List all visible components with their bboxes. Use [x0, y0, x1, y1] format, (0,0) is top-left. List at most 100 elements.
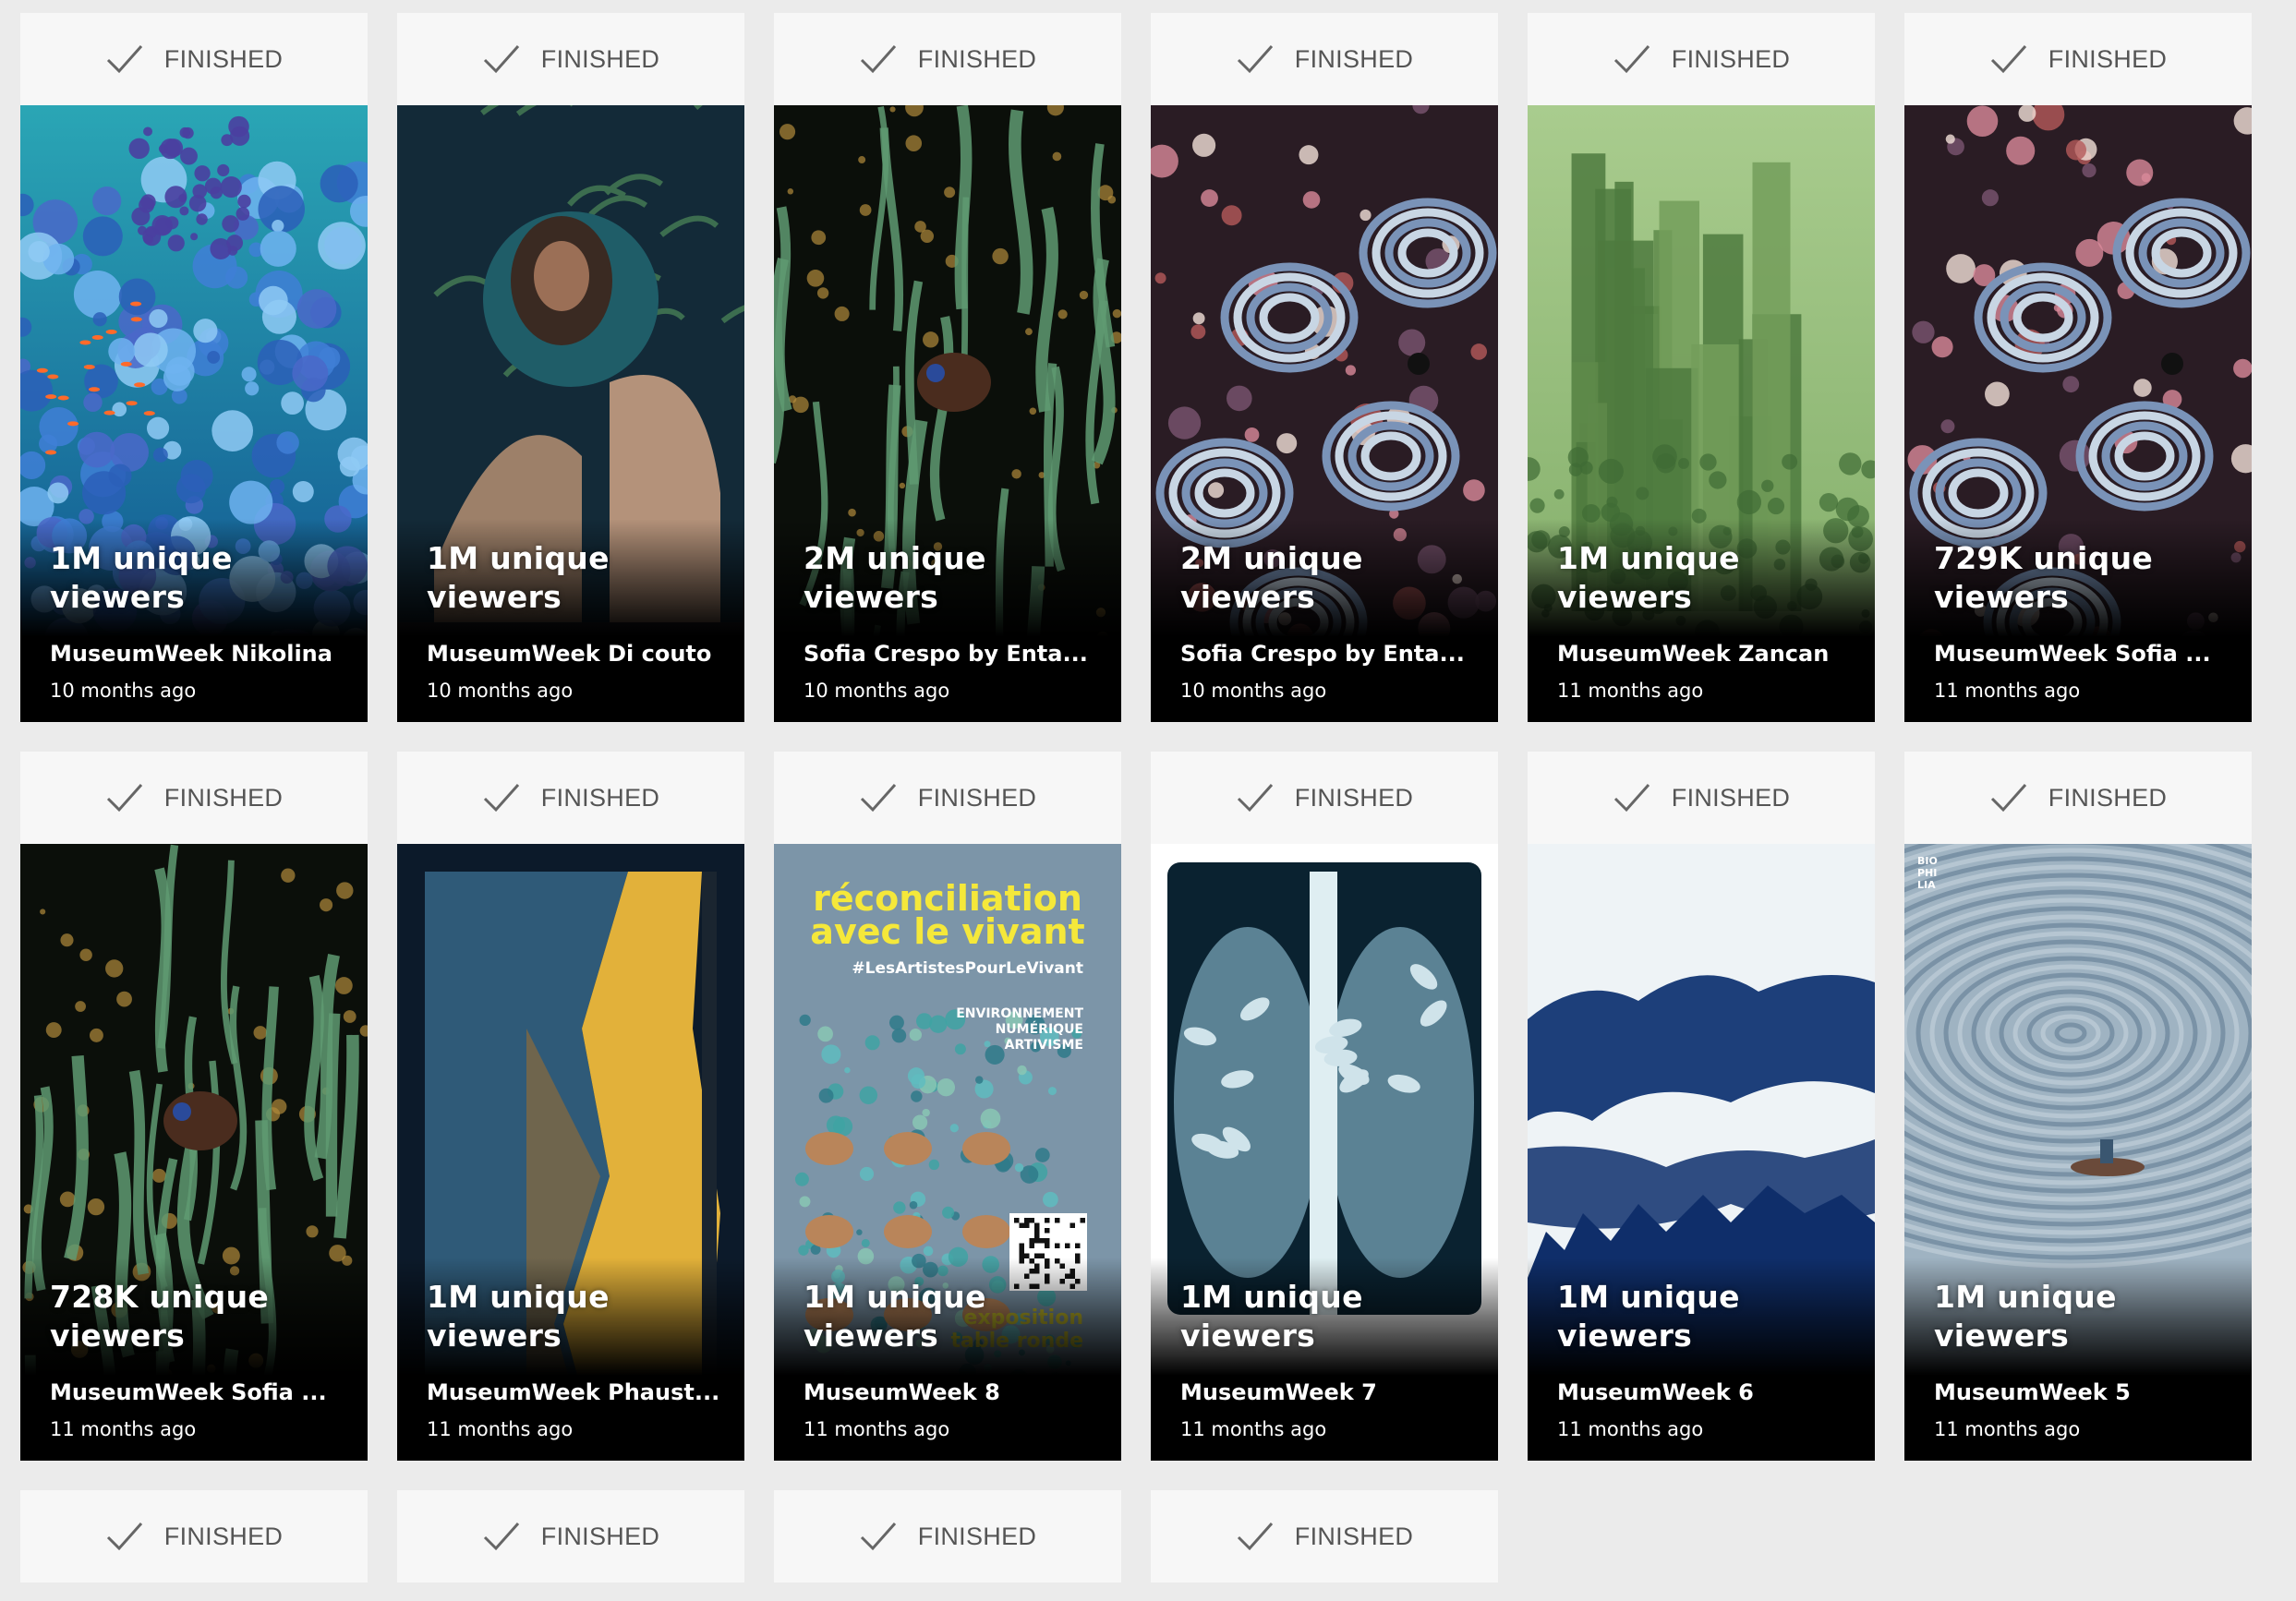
story-age: 11 months ago	[1557, 680, 1704, 702]
status-bar: FINISHED	[20, 13, 368, 105]
poster-tag: ARTIVISME	[1005, 1038, 1083, 1053]
story-title: MuseumWeek Phaust...	[427, 1379, 720, 1405]
story-age: 10 months ago	[1180, 680, 1327, 702]
story-card[interactable]: FINISHED 1M unique viewers MuseumWeek Di…	[397, 13, 744, 722]
checkmark-icon	[483, 784, 519, 813]
checkmark-icon	[483, 1523, 519, 1551]
status-bar: FINISHED	[397, 752, 744, 844]
status-label: FINISHED	[540, 1522, 660, 1550]
checkmark-icon	[860, 45, 896, 74]
status-bar: FINISHED	[774, 13, 1121, 105]
checkmark-icon	[1237, 784, 1273, 813]
story-card[interactable]: FINISHED	[20, 1490, 368, 1601]
checkmark-icon	[860, 1523, 896, 1551]
viewers-count: 2M unique viewers	[804, 540, 986, 615]
status-label: FINISHED	[917, 1522, 1037, 1550]
story-age: 11 months ago	[1557, 1418, 1704, 1440]
story-card[interactable]: FINISHED 1M unique viewers MuseumWeek Ph…	[397, 752, 744, 1461]
checkmark-icon	[106, 784, 142, 813]
status-label: FINISHED	[540, 783, 660, 812]
status-bar: FINISHED	[397, 13, 744, 105]
story-card[interactable]: FINISHED 2M unique viewers Sofia Crespo …	[1151, 13, 1498, 722]
status-bar: FINISHED	[1151, 1490, 1498, 1583]
status-bar: FINISHED	[774, 752, 1121, 844]
stories-grid: FINISHED 1M unique viewers MuseumWeek Ni…	[0, 0, 2296, 1601]
corner-mark: LIA	[1917, 879, 1936, 891]
status-bar: FINISHED	[1151, 13, 1498, 105]
viewers-count: 1M unique viewers	[804, 1279, 986, 1354]
story-age: 10 months ago	[804, 680, 950, 702]
poster-tag: ENVIRONNEMENT	[956, 1006, 1083, 1021]
poster-headline-2: avec le vivant	[810, 911, 1084, 952]
story-card[interactable]: FINISHED 2M unique viewers Sofia Crespo …	[774, 13, 1121, 722]
story-title: MuseumWeek 8	[804, 1379, 1000, 1405]
status-label: FINISHED	[1294, 783, 1414, 812]
story-age: 10 months ago	[427, 680, 574, 702]
story-card[interactable]: FINISHED	[1151, 1490, 1498, 1601]
story-age: 11 months ago	[804, 1418, 950, 1440]
story-age: 11 months ago	[1180, 1418, 1327, 1440]
story-title: MuseumWeek Nikolina	[50, 641, 332, 667]
story-age: 11 months ago	[50, 1418, 197, 1440]
viewers-count: 1M unique viewers	[1180, 1279, 1363, 1354]
checkmark-icon	[1990, 45, 2026, 74]
viewers-count: 2M unique viewers	[1180, 540, 1363, 615]
status-label: FINISHED	[2048, 44, 2168, 73]
story-card[interactable]: FINISHED 1M unique viewers MuseumWeek 6 …	[1528, 752, 1875, 1461]
story-age: 10 months ago	[50, 680, 197, 702]
story-title: MuseumWeek Di couto	[427, 641, 712, 667]
story-card[interactable]: FINISHED	[774, 1490, 1121, 1601]
status-bar: FINISHED	[1528, 752, 1875, 844]
status-label: FINISHED	[1671, 783, 1791, 812]
status-label: FINISHED	[163, 44, 284, 73]
story-card[interactable]: FINISHED 1M unique viewers MuseumWeek Za…	[1528, 13, 1875, 722]
status-bar: FINISHED	[1528, 13, 1875, 105]
story-title: MuseumWeek 6	[1557, 1379, 1754, 1405]
status-bar: FINISHED	[20, 752, 368, 844]
checkmark-icon	[106, 1523, 142, 1551]
poster-hashtag: #LesArtistesPourLeVivant	[852, 959, 1083, 978]
corner-mark: PHI	[1917, 867, 1937, 879]
viewers-count: 1M unique viewers	[50, 540, 233, 615]
status-label: FINISHED	[1294, 1522, 1414, 1550]
status-label: FINISHED	[163, 1522, 284, 1550]
viewers-count: 729K unique viewers	[1934, 540, 2154, 615]
story-title: Sofia Crespo by Enta...	[1180, 641, 1465, 667]
checkmark-icon	[1613, 45, 1649, 74]
status-bar: FINISHED	[1904, 752, 2252, 844]
corner-mark: BIO	[1917, 855, 1938, 867]
story-card[interactable]: FINISHED 728K unique viewers MuseumWeek …	[20, 752, 368, 1461]
status-bar: FINISHED	[774, 1490, 1121, 1583]
checkmark-icon	[860, 784, 896, 813]
status-label: FINISHED	[163, 783, 284, 812]
checkmark-icon	[483, 45, 519, 74]
story-title: MuseumWeek Zancan	[1557, 641, 1830, 667]
viewers-count: 1M unique viewers	[1557, 540, 1740, 615]
story-card[interactable]: FINISHED	[397, 1490, 744, 1601]
story-age: 11 months ago	[427, 1418, 574, 1440]
checkmark-icon	[106, 45, 142, 74]
status-label: FINISHED	[917, 783, 1037, 812]
status-label: FINISHED	[1294, 44, 1414, 73]
story-title: MuseumWeek 5	[1934, 1379, 2131, 1405]
story-card[interactable]: FINISHED 1M unique viewers MuseumWeek Ni…	[20, 13, 368, 722]
story-card[interactable]: FINISHED réconciliation avec le vivant #Le…	[774, 752, 1121, 1461]
story-age: 11 months ago	[1934, 680, 2081, 702]
story-card[interactable]: FINISHED 729K unique viewers MuseumWeek …	[1904, 13, 2252, 722]
viewers-count: 1M unique viewers	[1557, 1279, 1740, 1354]
story-card[interactable]: FINISHED BIO PHI LIA 1M unique viewers Mus…	[1904, 752, 2252, 1461]
checkmark-icon	[1990, 784, 2026, 813]
story-card[interactable]: FINISHED 1M unique viewers MuseumWeek 7 …	[1151, 752, 1498, 1461]
checkmark-icon	[1237, 45, 1273, 74]
status-label: FINISHED	[1671, 44, 1791, 73]
viewers-count: 1M unique viewers	[427, 540, 610, 615]
status-label: FINISHED	[2048, 783, 2168, 812]
checkmark-icon	[1613, 784, 1649, 813]
story-title: MuseumWeek 7	[1180, 1379, 1377, 1405]
story-title: Sofia Crespo by Enta...	[804, 641, 1088, 667]
story-age: 11 months ago	[1934, 1418, 2081, 1440]
poster-tag: NUMÉRIQUE	[996, 1021, 1083, 1037]
viewers-count: 1M unique viewers	[427, 1279, 610, 1354]
checkmark-icon	[1237, 1523, 1273, 1551]
status-bar: FINISHED	[1151, 752, 1498, 844]
